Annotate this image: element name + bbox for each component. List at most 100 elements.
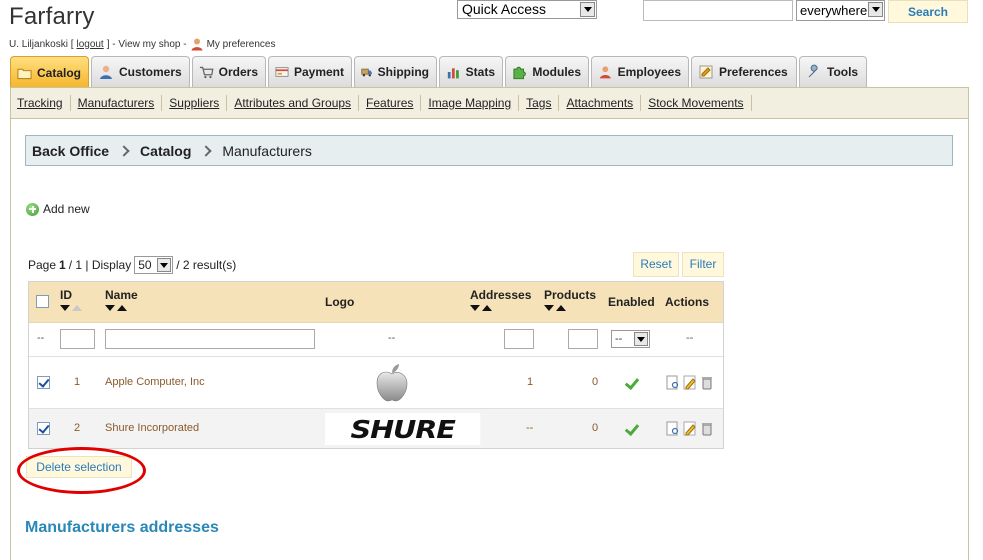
sort-asc-icon[interactable] [72,305,82,311]
search-scope-select[interactable]: everywhere [796,0,885,21]
edit-icon[interactable] [683,421,697,436]
sort-desc-icon[interactable] [544,305,554,311]
manufacturers-table: ID Name Logo Addresses Products Enabled … [28,281,724,449]
subnav-image-mapping[interactable]: Image Mapping [421,95,520,111]
filter-enabled-select[interactable]: -- [611,330,650,348]
shure-logo: SHURE [325,413,481,445]
sort-desc-icon[interactable] [60,305,70,311]
table-row[interactable]: 1 Apple Computer, Inc 1 0 [29,356,723,408]
tab-tools[interactable]: Tools [799,56,867,87]
row-checkbox[interactable] [37,376,50,389]
select-all-checkbox[interactable] [36,295,49,308]
sort-asc-icon[interactable] [117,305,127,311]
tab-label: Preferences [719,65,788,79]
delete-icon[interactable] [700,375,714,390]
wrench-icon [808,64,818,78]
column-name-label: Name [105,288,138,302]
chevron-down-icon[interactable] [580,2,595,17]
sort-desc-icon[interactable] [470,305,480,311]
breadcrumb-catalog[interactable]: Catalog [140,143,191,159]
table-header-row: ID Name Logo Addresses Products Enabled … [29,282,723,322]
row-id: 1 [74,376,81,388]
row-name: Apple Computer, Inc [105,376,205,388]
subnav-stock-movements[interactable]: Stock Movements [641,95,752,111]
tab-shipping[interactable]: Shipping [354,56,437,87]
add-new-link[interactable]: Add new [26,202,90,216]
subnav-suppliers[interactable]: Suppliers [162,95,228,111]
subnav-tracking[interactable]: Tracking [16,95,71,111]
page-label: Page [28,258,57,272]
tab-orders[interactable]: Orders [192,56,266,87]
bar-chart-icon [447,68,459,79]
row-checkbox[interactable] [37,422,50,435]
employee-icon [599,66,611,79]
row-name: Shure Incorporated [105,422,200,434]
tab-payment[interactable]: Payment [268,56,352,87]
subnav-attachments[interactable]: Attachments [559,95,642,111]
sort-desc-icon[interactable] [105,305,115,311]
tab-customers[interactable]: Customers [91,56,190,87]
add-new-label: Add new [43,202,90,216]
customer-icon [100,65,112,79]
logout-link[interactable]: logout [76,39,103,50]
tab-preferences[interactable]: Preferences [691,56,797,87]
user-info-line: U. Liljankoski [logout ] - View my shop -… [9,37,275,51]
search-button[interactable]: Search [888,0,968,23]
tab-stats[interactable]: Stats [439,56,503,87]
tab-employees[interactable]: Employees [591,56,689,87]
filter-logo-placeholder: -- [388,332,396,344]
subnav-manufacturers[interactable]: Manufacturers [71,95,163,111]
highlight-circle [17,447,146,494]
tab-catalog[interactable]: Catalog [10,56,89,88]
reset-button[interactable]: Reset [633,252,679,277]
sort-asc-icon[interactable] [556,305,566,311]
edit-icon[interactable] [683,375,697,390]
filter-products-input[interactable] [568,329,598,349]
user-prefs-icon [191,38,203,51]
filter-placeholder: -- [37,332,45,344]
chevron-down-icon[interactable] [634,332,648,346]
subnav-features[interactable]: Features [359,95,422,111]
quick-access-select[interactable]: Quick Access [457,0,597,19]
filter-button[interactable]: Filter [682,252,724,277]
page-current: 1 [59,258,66,272]
payment-icon [275,67,289,77]
filter-id-input[interactable] [60,329,95,349]
view-shop-link[interactable]: ] - View my shop - [107,39,187,50]
delete-icon[interactable] [700,421,714,436]
tab-label: Orders [218,65,258,79]
folder-icon [17,68,32,79]
row-products: 0 [592,422,599,434]
row-id: 2 [74,422,81,434]
enabled-check-icon[interactable] [624,423,638,435]
sort-asc-icon[interactable] [482,305,492,311]
filter-addresses-input[interactable] [504,329,534,349]
catalog-subnav: Tracking Manufacturers Suppliers Attribu… [10,87,969,119]
shop-name: Farfarry [9,3,95,30]
my-preferences-link[interactable]: My preferences [207,39,276,50]
chevron-down-icon[interactable] [868,2,883,17]
subnav-tags[interactable]: Tags [519,95,560,111]
breadcrumb-back-office[interactable]: Back Office [32,143,109,159]
display-count-select[interactable]: 50 [134,256,174,274]
view-icon[interactable] [666,375,680,390]
column-id-label: ID [60,288,72,302]
chevron-down-icon[interactable] [157,258,172,272]
tab-label: Catalog [36,65,81,80]
subnav-attributes-groups[interactable]: Attributes and Groups [227,95,360,111]
page-total: / 1 | Display [68,258,132,272]
result-count: / 2 result(s) [176,258,237,272]
view-icon[interactable] [666,421,680,436]
user-name: U. Liljankoski [ [9,38,74,50]
table-row[interactable]: 2 Shure Incorporated SHURE -- 0 [29,408,723,448]
table-filter-row: -- -- -- -- [29,322,723,356]
apple-logo [376,364,408,402]
preferences-icon [699,65,713,79]
truck-icon [361,68,372,77]
search-input[interactable] [643,0,793,21]
tab-label: Customers [119,65,182,79]
pagination: Page 1 / 1 | Display 50 / 2 result(s) [28,256,236,274]
enabled-check-icon[interactable] [624,377,638,389]
tab-modules[interactable]: Modules [505,56,589,87]
filter-name-input[interactable] [105,329,315,349]
